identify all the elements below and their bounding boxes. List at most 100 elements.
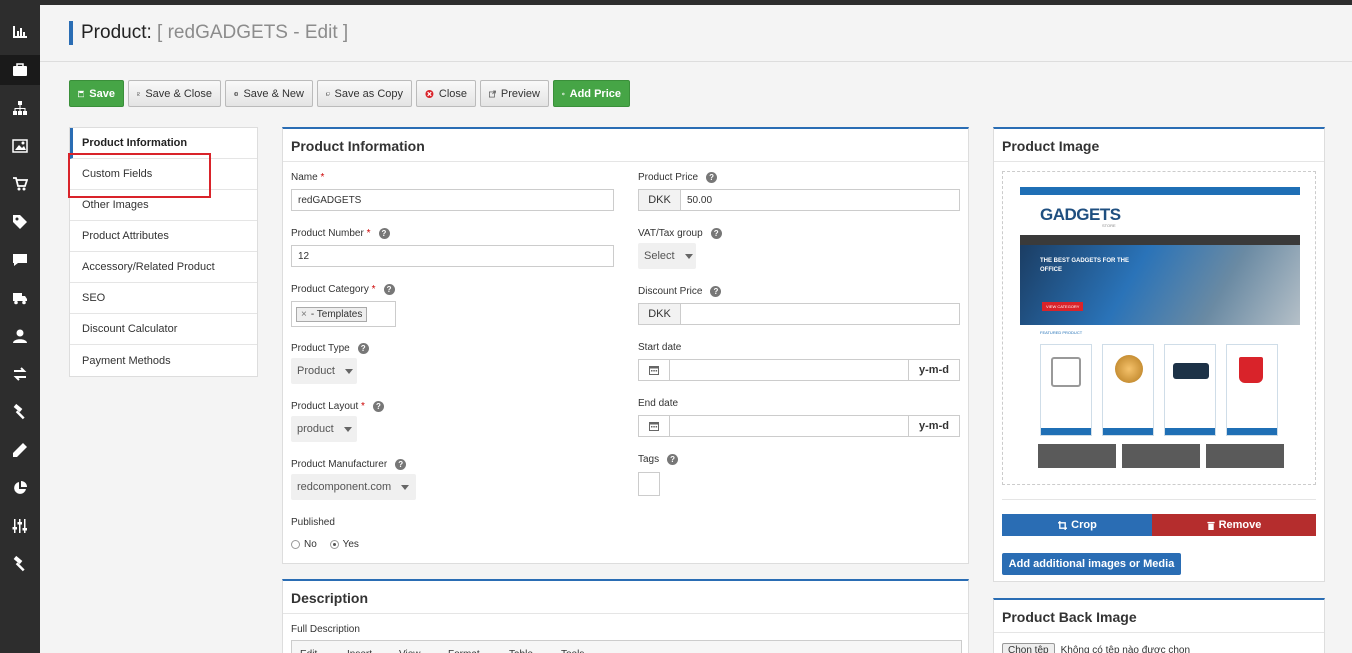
editor-menu-insert[interactable]: Insert — [347, 641, 399, 653]
chevron-down-icon — [343, 426, 352, 432]
sliders-icon[interactable] — [0, 511, 40, 541]
save-copy-button[interactable]: Save as Copy — [317, 80, 412, 107]
mock-product-2 — [1102, 344, 1154, 436]
image-icon[interactable] — [0, 131, 40, 161]
product-layout-select[interactable]: product — [291, 416, 357, 442]
save-copy-label: Save as Copy — [334, 87, 403, 100]
cart-icon[interactable] — [0, 169, 40, 199]
help-icon[interactable]: ? — [710, 286, 722, 297]
currency-addon: DKK — [638, 189, 681, 211]
help-icon[interactable]: ? — [383, 284, 395, 295]
choose-file-button[interactable]: Chọn tệp — [1002, 643, 1055, 653]
tab-discount-calculator[interactable]: Discount Calculator — [70, 314, 257, 345]
mock-mug-image — [1239, 357, 1263, 383]
help-icon[interactable]: ? — [710, 228, 722, 239]
add-media-button[interactable]: Add additional images or Media — [1002, 553, 1181, 575]
close-button[interactable]: Close — [416, 80, 476, 107]
published-no-radio[interactable] — [291, 539, 300, 549]
comment-icon[interactable] — [0, 245, 40, 275]
manufacturer-label: Product Manufacturer? — [291, 459, 407, 470]
save-label: Save — [89, 87, 115, 100]
image-dropzone[interactable]: GADGETS STORE THE BEST GADGETS FOR THE O… — [1002, 171, 1316, 485]
product-tabs: Product Information Custom Fields Other … — [69, 127, 258, 377]
tab-product-information[interactable]: Product Information — [70, 128, 257, 159]
remove-tag-icon[interactable]: × — [301, 309, 307, 320]
tab-custom-fields[interactable]: Custom Fields — [70, 159, 257, 190]
tab-accessory-related[interactable]: Accessory/Related Product — [70, 252, 257, 283]
name-input[interactable]: redGADGETS — [291, 189, 614, 211]
user-icon[interactable] — [0, 321, 40, 351]
crop-button[interactable]: Crop — [1002, 514, 1153, 536]
help-icon[interactable]: ? — [395, 459, 407, 470]
exchange-icon[interactable] — [0, 359, 40, 389]
add-price-button[interactable]: Add Price — [553, 80, 630, 107]
product-image-preview: GADGETS STORE THE BEST GADGETS FOR THE O… — [1020, 187, 1300, 471]
save-button[interactable]: Save — [69, 80, 124, 107]
external-link-icon — [489, 90, 496, 97]
discount-price-input[interactable] — [680, 303, 960, 325]
product-image-panel: Product Image GADGETS STORE THE BEST GAD… — [993, 127, 1325, 582]
editor-menu-view[interactable]: View — [399, 641, 448, 653]
pencil-icon[interactable] — [0, 435, 40, 465]
tools-icon[interactable] — [0, 549, 40, 579]
manufacturer-select[interactable]: redcomponent.com — [291, 474, 416, 500]
mock-product-bar — [1041, 428, 1091, 435]
vat-select[interactable]: Select — [638, 243, 696, 269]
editor-menu-table[interactable]: Table — [509, 641, 561, 653]
stats-icon[interactable] — [0, 17, 40, 47]
product-layout-label-text: Product Layout — [291, 401, 359, 413]
product-category-select[interactable]: × - Templates — [291, 301, 396, 327]
product-type-select[interactable]: Product — [291, 358, 357, 384]
tag-icon[interactable] — [0, 207, 40, 237]
preview-button[interactable]: Preview — [480, 80, 549, 107]
calendar-icon — [649, 366, 659, 375]
save-icon — [78, 90, 85, 97]
save-new-button[interactable]: Save & New — [225, 80, 313, 107]
help-icon[interactable]: ? — [372, 401, 384, 412]
discount-currency-addon: DKK — [638, 303, 681, 325]
product-number-input[interactable]: 12 — [291, 245, 614, 267]
mock-feature-3 — [1206, 444, 1284, 468]
save-close-button[interactable]: Save & Close — [128, 80, 221, 107]
editor-menu-tools[interactable]: Tools — [561, 641, 611, 653]
tab-product-attributes[interactable]: Product Attributes — [70, 221, 257, 252]
mock-view-button: VIEW CATEGORY — [1042, 302, 1084, 311]
page-title-main: Product: — [81, 22, 152, 43]
product-image-title: Product Image — [994, 129, 1324, 162]
tags-input[interactable] — [638, 472, 660, 496]
tab-payment-methods[interactable]: Payment Methods — [70, 345, 257, 376]
published-yes-radio[interactable] — [329, 539, 339, 549]
hammer-icon[interactable] — [0, 397, 40, 427]
help-icon[interactable]: ? — [706, 172, 718, 183]
tab-seo[interactable]: SEO — [70, 283, 257, 314]
tab-other-images[interactable]: Other Images — [70, 190, 257, 221]
editor-menu-format[interactable]: Format — [448, 641, 509, 653]
pie-chart-icon[interactable] — [0, 473, 40, 503]
mock-feature-2 — [1122, 444, 1200, 468]
crop-label: Crop — [1071, 519, 1097, 531]
start-calendar-button[interactable] — [638, 359, 670, 381]
copy-icon — [326, 91, 330, 96]
end-calendar-button[interactable] — [638, 415, 670, 437]
editor-menu-edit[interactable]: Edit — [300, 641, 347, 653]
help-icon[interactable]: ? — [378, 228, 390, 239]
sitemap-icon[interactable] — [0, 93, 40, 123]
product-type-label-text: Product Type — [291, 343, 350, 355]
vat-label: VAT/Tax group? — [638, 228, 722, 239]
help-icon[interactable]: ? — [667, 454, 679, 465]
help-icon[interactable]: ? — [357, 343, 369, 354]
end-date-format: y-m-d — [908, 415, 960, 437]
mock-cart-image — [1051, 357, 1081, 387]
category-tag[interactable]: × - Templates — [296, 306, 368, 322]
briefcase-icon[interactable] — [0, 55, 40, 85]
remove-button[interactable]: Remove — [1152, 514, 1316, 536]
product-layout-label: Product Layout *? — [291, 401, 384, 412]
mock-navbar — [1020, 235, 1300, 245]
page-header: Product: [ redGADGETS - Edit ] — [40, 5, 1352, 62]
truck-icon[interactable] — [0, 283, 40, 313]
end-date-input[interactable] — [669, 415, 909, 437]
required-mark: * — [371, 284, 376, 296]
start-date-input[interactable] — [669, 359, 909, 381]
product-price-input[interactable]: 50.00 — [680, 189, 960, 211]
end-date-label: End date — [638, 398, 679, 409]
